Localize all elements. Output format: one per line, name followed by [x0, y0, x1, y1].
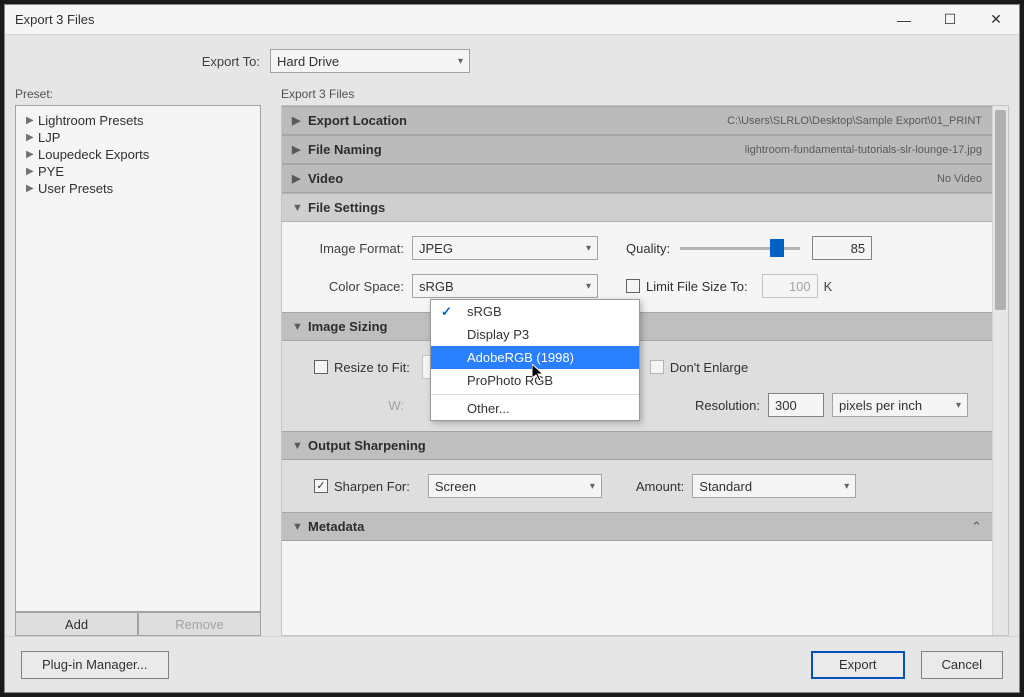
checkbox-icon [314, 360, 328, 374]
titlebar: Export 3 Files — ☐ ✕ [5, 5, 1019, 35]
preset-item[interactable]: ▶Lightroom Presets [20, 112, 256, 129]
image-format-select[interactable]: JPEG ▾ [412, 236, 598, 260]
triangle-right-icon: ▶ [26, 115, 38, 126]
dropdown-option-srgb[interactable]: sRGB [431, 300, 639, 323]
limit-file-size-input[interactable] [762, 274, 818, 298]
export-location-summary: C:\Users\SLRLO\Desktop\Sample Export\01_… [727, 115, 982, 127]
preset-item[interactable]: ▶Loupedeck Exports [20, 146, 256, 163]
right-panel-label: Export 3 Files [281, 87, 1009, 101]
resolution-label: Resolution: [695, 398, 760, 413]
amount-select[interactable]: Standard ▾ [692, 474, 856, 498]
section-video[interactable]: ▶ Video No Video [282, 164, 992, 193]
sharpen-for-select[interactable]: Screen ▾ [428, 474, 602, 498]
chevron-down-icon: ▾ [586, 281, 591, 292]
chevron-down-icon: ▾ [956, 400, 961, 411]
remove-preset-button: Remove [138, 612, 261, 636]
color-space-dropdown[interactable]: sRGB Display P3 AdobeRGB (1998) ProPhoto… [430, 299, 640, 421]
triangle-down-icon: ▼ [292, 321, 308, 333]
checkbox-checked-icon [314, 479, 328, 493]
triangle-right-icon: ▶ [26, 166, 38, 177]
scroll-thumb[interactable] [995, 110, 1006, 310]
preset-item[interactable]: ▶LJP [20, 129, 256, 146]
quality-label: Quality: [626, 241, 670, 256]
output-sharpening-body: Sharpen For: Screen ▾ Amount: [282, 460, 992, 512]
preset-list[interactable]: ▶Lightroom Presets ▶LJP ▶Loupedeck Expor… [15, 105, 261, 612]
plugin-manager-button[interactable]: Plug-in Manager... [21, 651, 169, 679]
color-space-select[interactable]: sRGB ▾ [412, 274, 598, 298]
triangle-down-icon: ▼ [292, 440, 308, 452]
resolution-input[interactable] [768, 393, 824, 417]
dropdown-option-displayp3[interactable]: Display P3 [431, 323, 639, 346]
sharpen-for-checkbox[interactable]: Sharpen For: [314, 479, 410, 494]
export-to-label: Export To: [5, 54, 270, 69]
checkbox-icon [650, 360, 664, 374]
chevron-down-icon: ▾ [586, 243, 591, 254]
triangle-right-icon: ▶ [292, 172, 308, 185]
chevron-down-icon: ▾ [590, 481, 595, 492]
footer: Plug-in Manager... Export Cancel [5, 636, 1019, 692]
resize-to-fit-checkbox[interactable]: Resize to Fit: [314, 360, 410, 375]
dropdown-option-other[interactable]: Other... [431, 397, 639, 420]
section-export-location[interactable]: ▶ Export Location C:\Users\SLRLO\Desktop… [282, 106, 992, 135]
export-to-select[interactable]: Hard Drive ▾ [270, 49, 470, 73]
chevron-down-icon: ▾ [844, 481, 849, 492]
export-to-row: Export To: Hard Drive ▾ [5, 35, 1019, 87]
checkbox-icon [626, 279, 640, 293]
minimize-button[interactable]: — [881, 5, 927, 35]
add-preset-button[interactable]: Add [15, 612, 138, 636]
quality-slider[interactable] [680, 241, 800, 255]
section-output-sharpening[interactable]: ▼ Output Sharpening [282, 431, 992, 460]
amount-label: Amount: [636, 479, 684, 494]
section-file-settings[interactable]: ▼ File Settings [282, 193, 992, 222]
triangle-right-icon: ▶ [26, 149, 38, 160]
limit-unit-label: K [824, 279, 833, 294]
preset-label: Preset: [15, 87, 261, 101]
triangle-right-icon: ▶ [292, 114, 308, 127]
window-title: Export 3 Files [15, 12, 881, 27]
quality-input[interactable] [812, 236, 872, 260]
resolution-unit-select[interactable]: pixels per inch ▾ [832, 393, 968, 417]
triangle-right-icon: ▶ [26, 132, 38, 143]
cancel-button[interactable]: Cancel [921, 651, 1003, 679]
export-panels: ▶ Export Location C:\Users\SLRLO\Desktop… [281, 105, 1009, 636]
dont-enlarge-checkbox: Don't Enlarge [650, 360, 748, 375]
export-button[interactable]: Export [811, 651, 905, 679]
preset-item[interactable]: ▶User Presets [20, 180, 256, 197]
export-dialog: Export 3 Files — ☐ ✕ Export To: Hard Dri… [4, 4, 1020, 693]
triangle-right-icon: ▶ [292, 143, 308, 156]
preset-item[interactable]: ▶PYE [20, 163, 256, 180]
limit-file-size-checkbox[interactable]: Limit File Size To: [626, 279, 748, 294]
triangle-down-icon: ▼ [292, 202, 308, 214]
dropdown-option-adobergb[interactable]: AdobeRGB (1998) [431, 346, 639, 369]
dropdown-option-prophoto[interactable]: ProPhoto RGB [431, 369, 639, 392]
width-label: W: [306, 398, 412, 413]
slider-thumb[interactable] [770, 239, 784, 257]
color-space-label: Color Space: [306, 279, 412, 294]
file-naming-summary: lightroom-fundamental-tutorials-slr-loun… [745, 144, 982, 156]
section-metadata[interactable]: ▼ Metadata ⌃ [282, 512, 992, 541]
scrollbar[interactable] [992, 106, 1008, 635]
section-file-naming[interactable]: ▶ File Naming lightroom-fundamental-tuto… [282, 135, 992, 164]
chevron-down-icon: ▾ [458, 56, 463, 67]
close-button[interactable]: ✕ [973, 5, 1019, 35]
maximize-button[interactable]: ☐ [927, 5, 973, 35]
triangle-right-icon: ▶ [26, 183, 38, 194]
video-summary: No Video [937, 173, 982, 185]
triangle-down-icon: ▼ [292, 521, 308, 533]
image-format-label: Image Format: [306, 241, 412, 256]
